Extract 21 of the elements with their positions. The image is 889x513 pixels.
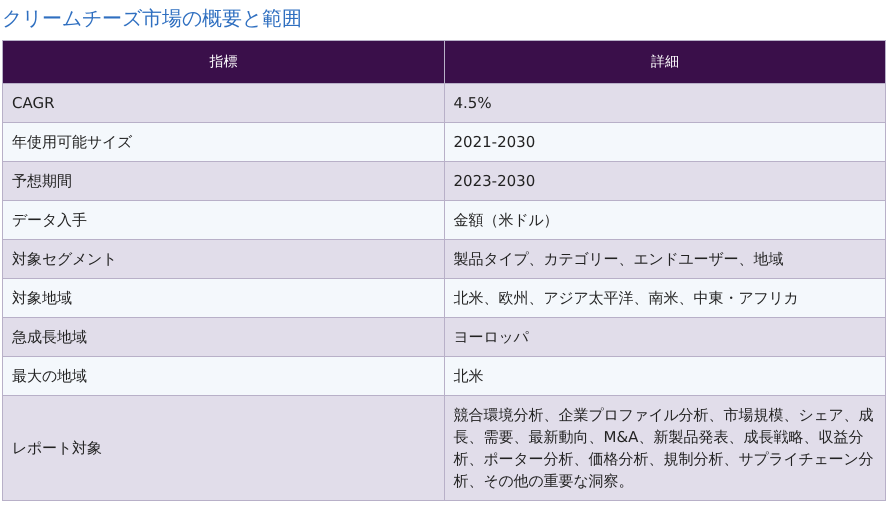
table-cell: 対象地域 — [2, 278, 444, 318]
table-cell: データ入手 — [2, 200, 444, 240]
table-cell: 北米 — [444, 356, 886, 396]
table-cell: レポート対象 — [2, 396, 444, 500]
table-cell: 2023-2030 — [444, 162, 886, 200]
table-cell: 最大の地域 — [2, 356, 444, 396]
table-cell: 4.5% — [444, 84, 886, 122]
table-cell: ヨーロッパ — [444, 318, 886, 356]
table-cell: 急成長地域 — [2, 318, 444, 356]
page-title: クリームチーズ市場の概要と範囲 — [2, 5, 303, 32]
column-header: 指標 — [2, 40, 444, 84]
table-cell: 2021-2030 — [444, 122, 886, 162]
table-cell: 金額（米ドル） — [444, 200, 886, 240]
table-cell: 競合環境分析、企業プロファイル分析、市場規模、シェア、成長、需要、最新動向、M&A、新製品発表、成長戦略、収益分析、ポーター分析、価格分析、規制分析、サプライチェーン分析、その他の重要な洞察。 — [444, 396, 886, 500]
column-header: 詳細 — [444, 40, 886, 84]
table-cell: 製品タイプ、カテゴリー、エンドユーザー、地域 — [444, 240, 886, 278]
table-cell: 北米、欧州、アジア太平洋、南米、中東・アフリカ — [444, 278, 886, 318]
table-cell: 年使用可能サイズ — [2, 122, 444, 162]
table-cell: 予想期間 — [2, 162, 444, 200]
table-cell: 対象セグメント — [2, 240, 444, 278]
table-cell: CAGR — [2, 84, 444, 122]
